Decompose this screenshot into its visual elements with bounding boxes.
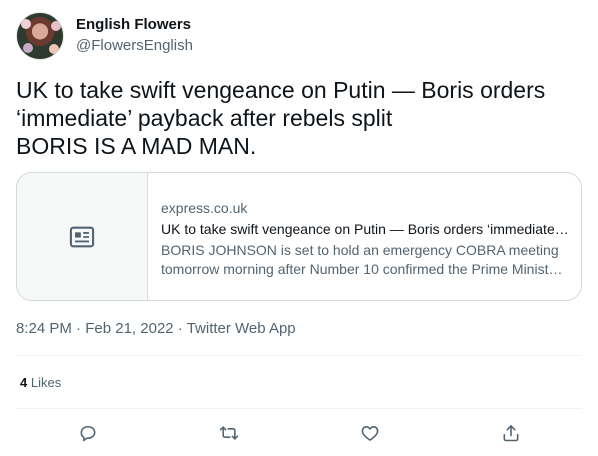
- tweet-date[interactable]: Feb 21, 2022: [85, 320, 173, 337]
- likes-stat[interactable]: 4 Likes: [20, 375, 61, 390]
- share-button[interactable]: [498, 420, 524, 446]
- tweet-source-app: Twitter Web App: [186, 320, 296, 337]
- tweet: English Flowers @FlowersEnglish UK to ta…: [0, 0, 598, 456]
- likes-label: Likes: [27, 375, 62, 390]
- card-thumbnail: [17, 173, 148, 300]
- author-name[interactable]: English Flowers: [76, 16, 191, 33]
- tweet-meta: 8:24 PM · Feb 21, 2022 · Twitter Web App: [16, 320, 296, 337]
- author-handle[interactable]: @FlowersEnglish: [76, 37, 193, 54]
- tweet-time[interactable]: 8:24 PM: [16, 320, 72, 337]
- flower-decoration: [49, 44, 59, 54]
- card-body: express.co.uk UK to take swift vengeance…: [161, 199, 569, 279]
- share-icon: [501, 423, 521, 443]
- reply-button[interactable]: [75, 420, 101, 446]
- flower-decoration: [23, 43, 33, 53]
- action-bar: [0, 420, 598, 446]
- avatar[interactable]: [16, 12, 64, 60]
- meta-separator: ·: [71, 320, 86, 337]
- like-button[interactable]: [357, 420, 383, 446]
- meta-separator: ·: [173, 320, 187, 337]
- reply-icon: [78, 423, 98, 443]
- flower-decoration: [21, 19, 31, 29]
- divider: [16, 355, 582, 356]
- link-card[interactable]: express.co.uk UK to take swift vengeance…: [16, 172, 582, 301]
- heart-icon: [360, 423, 380, 443]
- tweet-text: UK to take swift vengeance on Putin — Bo…: [16, 77, 546, 159]
- card-domain: express.co.uk: [161, 200, 248, 216]
- retweet-button[interactable]: [216, 420, 242, 446]
- retweet-icon: [218, 423, 240, 443]
- flower-decoration: [51, 21, 61, 31]
- card-title: UK to take swift vengeance on Putin — Bo…: [161, 221, 569, 237]
- divider: [16, 408, 582, 409]
- article-icon: [68, 223, 96, 251]
- card-description: BORIS JOHNSON is set to hold an emergenc…: [161, 242, 561, 277]
